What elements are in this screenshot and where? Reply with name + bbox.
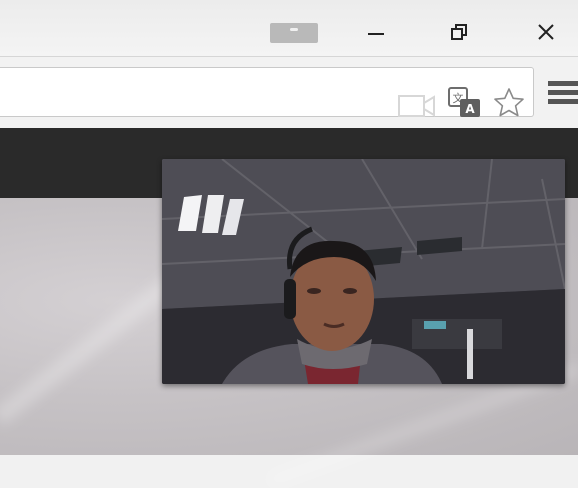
restore-icon xyxy=(451,24,467,40)
webcam-frame xyxy=(162,159,565,384)
address-bar[interactable]: 文 A xyxy=(0,67,534,117)
bookmark-star-icon[interactable] xyxy=(492,86,526,120)
menu-icon[interactable] xyxy=(548,79,578,105)
svg-text:A: A xyxy=(465,102,475,116)
close-button[interactable] xyxy=(528,18,564,46)
profile-button[interactable] xyxy=(270,23,318,43)
camera-blocked-icon[interactable] xyxy=(398,94,438,118)
minimize-button[interactable] xyxy=(358,18,394,46)
restore-button[interactable] xyxy=(441,18,477,46)
browser-toolbar: 文 A xyxy=(0,56,578,129)
close-icon xyxy=(538,24,554,40)
minimize-icon xyxy=(368,33,384,35)
title-bar xyxy=(0,0,578,56)
translate-icon[interactable]: 文 A xyxy=(448,87,482,119)
webcam-video-preview[interactable] xyxy=(162,159,565,384)
